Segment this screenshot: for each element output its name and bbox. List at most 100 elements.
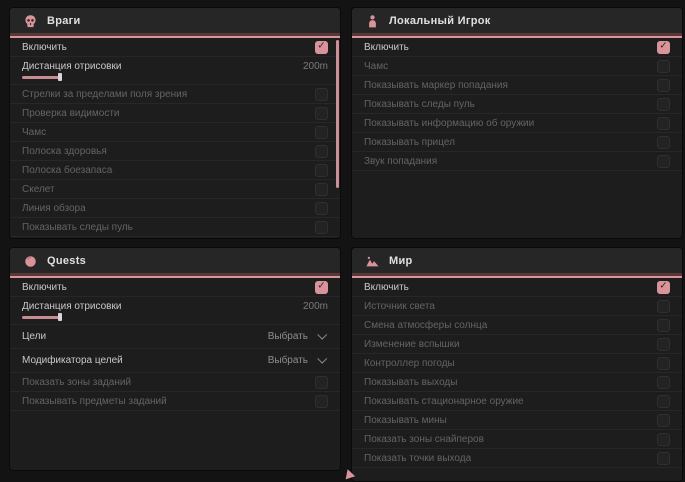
slider-header: Дистанция отрисовки 200m	[22, 61, 328, 72]
row-label: Изменение вспышки	[364, 339, 460, 350]
slider-header: Дистанция отрисовки 200m	[22, 301, 328, 312]
settings-row: Дистанция отрисовки 200m	[10, 57, 340, 85]
panel-title: Мир	[389, 255, 413, 269]
check-icon: ✓	[659, 42, 667, 52]
row-label: Смена атмосферы солнца	[364, 320, 487, 331]
checkbox[interactable]	[657, 300, 670, 313]
settings-row: Включить✓	[10, 278, 340, 297]
check-icon: ✓	[317, 42, 325, 52]
checkbox[interactable]	[315, 88, 328, 101]
settings-row: Скелет	[10, 180, 340, 199]
check-icon: ✓	[659, 282, 667, 292]
checkbox[interactable]	[657, 117, 670, 130]
dropdown[interactable]: Выбрать	[268, 331, 328, 342]
panel-title: Локальный Игрок	[389, 15, 491, 29]
chevron-down-icon	[317, 353, 327, 363]
settings-row: Включить ✓	[10, 38, 340, 57]
checkbox[interactable]	[657, 60, 670, 73]
panel-enemies: Враги Включить✓Дистанция отрисовки200mСт…	[10, 8, 340, 238]
chevron-down-icon	[317, 329, 327, 339]
panel-local-player-header: Локальный Игрок	[352, 8, 682, 38]
row-label: Полоска здоровья	[22, 146, 107, 157]
checkbox[interactable]	[315, 183, 328, 196]
dropdown[interactable]: Выбрать	[268, 355, 328, 366]
checkbox[interactable]: ✓	[315, 281, 328, 294]
row-label: Включить	[22, 42, 67, 53]
panel-world: Мир Включить ✓ Источник света Смена атмосфе…	[352, 248, 682, 481]
row-label: Полоска боезапаса	[22, 165, 112, 176]
panel-local-player-body: Включить✓ЧамсПоказывать маркер попадания…	[352, 38, 682, 171]
row-label: Цели	[22, 331, 46, 342]
checkbox[interactable]	[657, 395, 670, 408]
row-label: Показывать информацию об оружии	[364, 118, 534, 129]
row-label: Чамс	[22, 127, 46, 138]
checkbox[interactable]	[315, 376, 328, 389]
row-label: Показывать стационарное оружие	[364, 396, 524, 407]
row-label: Показывать мины	[364, 415, 447, 426]
settings-row: Цели Выбрать	[10, 325, 340, 349]
skull-icon	[23, 14, 38, 29]
slider-value: 200m	[303, 301, 328, 312]
slider-value: 200m	[303, 61, 328, 72]
checkbox[interactable]	[657, 155, 670, 168]
panel-quests-header: Quests	[10, 248, 340, 278]
slider-handle[interactable]	[58, 313, 62, 321]
scrollbar-thumb[interactable]	[336, 40, 339, 188]
row-label: Контроллер погоды	[364, 358, 455, 369]
checkbox[interactable]	[315, 107, 328, 120]
settings-row: Источник света	[352, 297, 682, 316]
row-label: Показывать маркер попадания	[364, 80, 508, 91]
checkbox[interactable]	[657, 433, 670, 446]
slider-handle[interactable]	[58, 73, 62, 81]
row-label: Дистанция отрисовки	[22, 301, 121, 312]
settings-row: Смена атмосферы солнца	[352, 316, 682, 335]
checkbox[interactable]: ✓	[657, 281, 670, 294]
settings-row: Полоска здоровья	[10, 142, 340, 161]
checkbox[interactable]	[315, 164, 328, 177]
checkbox[interactable]	[657, 338, 670, 351]
slider-fill	[22, 316, 60, 319]
row-label: Линия обзора	[22, 203, 86, 214]
row-label: Стрелки за пределами поля зрения	[22, 89, 187, 100]
mountain-icon	[365, 254, 380, 269]
checkbox[interactable]	[315, 202, 328, 215]
row-label: Дистанция отрисовки	[22, 61, 121, 72]
settings-row: Линия обзора	[10, 199, 340, 218]
row-label: Показывать следы пуль	[22, 222, 133, 233]
quest-circle-icon	[23, 254, 38, 269]
checkbox[interactable]: ✓	[315, 41, 328, 54]
row-label: Показывать выходы	[364, 377, 457, 388]
checkbox[interactable]	[657, 79, 670, 92]
settings-row: Звук попадания	[352, 152, 682, 171]
checkbox[interactable]	[315, 221, 328, 234]
row-label: Скелет	[22, 184, 55, 195]
checkbox[interactable]	[657, 414, 670, 427]
settings-row: Показать зоны снайперов	[352, 430, 682, 449]
checkbox[interactable]: ✓	[657, 41, 670, 54]
checkbox[interactable]	[315, 126, 328, 139]
row-label: Модификатора целей	[22, 355, 123, 366]
person-icon	[365, 14, 380, 29]
slider[interactable]	[22, 313, 292, 321]
slider[interactable]	[22, 73, 292, 81]
checkbox[interactable]	[657, 357, 670, 370]
checkbox[interactable]	[657, 136, 670, 149]
check-icon: ✓	[317, 282, 325, 292]
panel-world-body: Включить ✓ Источник света Смена атмосферы с…	[352, 278, 682, 468]
checkbox[interactable]	[657, 319, 670, 332]
checkbox[interactable]	[315, 395, 328, 408]
settings-row: Показывать мины	[352, 411, 682, 430]
checkbox[interactable]	[657, 376, 670, 389]
checkbox[interactable]	[657, 452, 670, 465]
settings-row: Показывать маркер попадания	[352, 76, 682, 95]
row-label: Показывать предметы заданий	[22, 396, 167, 407]
settings-row: Полоска боезапаса	[10, 161, 340, 180]
row-label: Включить	[364, 282, 409, 293]
panel-enemies-body: Включить ✓ Дистанция отрисовки 200m Стрелки …	[10, 38, 340, 237]
settings-row: Изменение вспышки	[352, 335, 682, 354]
checkbox[interactable]	[315, 145, 328, 158]
row-label: Показать точки выхода	[364, 453, 471, 464]
checkbox[interactable]	[657, 98, 670, 111]
row-label: Звук попадания	[364, 156, 437, 167]
panel-quests-body: Включить✓ Дистанция отрисовки 200m Цели Выбр…	[10, 278, 340, 411]
